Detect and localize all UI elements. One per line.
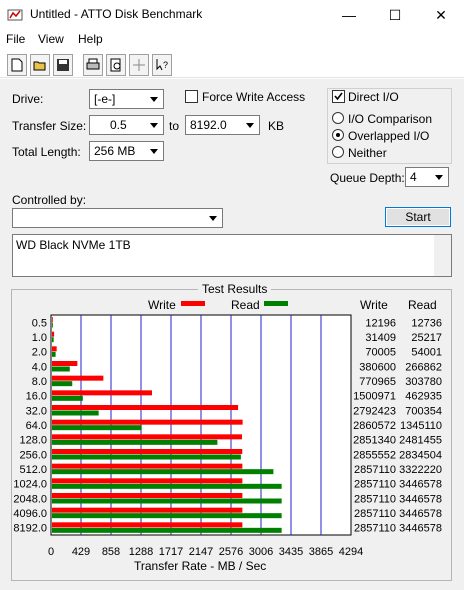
row-label: 64.0 xyxy=(26,420,47,432)
read-value: 700354 xyxy=(405,405,442,417)
read-bar xyxy=(52,527,282,533)
row-label: 16.0 xyxy=(26,391,47,403)
read-bar xyxy=(52,513,282,519)
write-bar xyxy=(52,346,57,352)
row-label: 8.0 xyxy=(32,376,47,388)
x-tick-label: 429 xyxy=(72,546,90,558)
read-value: 2481455 xyxy=(399,435,442,447)
write-value: 2855552 xyxy=(353,449,396,461)
read-value: 462935 xyxy=(405,391,442,403)
write-bar xyxy=(52,375,104,381)
x-tick-label: 3006 xyxy=(249,546,273,558)
write-bar xyxy=(52,405,239,410)
x-tick-label: 2576 xyxy=(219,546,243,558)
read-bar xyxy=(52,439,218,445)
write-value: 380600 xyxy=(359,361,396,373)
read-value: 266862 xyxy=(405,361,442,373)
write-bar xyxy=(52,434,242,440)
write-value: 2857110 xyxy=(354,493,396,505)
x-tick-label: 4294 xyxy=(339,546,363,558)
write-value: 70005 xyxy=(365,347,396,359)
read-bar xyxy=(52,425,142,431)
row-label: 0.5 xyxy=(32,317,47,329)
write-bar xyxy=(52,317,53,322)
read-value: 303780 xyxy=(405,376,442,388)
read-value: 1345110 xyxy=(400,420,442,432)
write-bar xyxy=(52,331,55,337)
read-value: 3446578 xyxy=(399,523,442,535)
read-value: 3322220 xyxy=(399,464,442,476)
write-bar xyxy=(52,419,243,425)
read-bar xyxy=(52,366,70,372)
read-bar xyxy=(52,322,53,328)
read-value: 2834504 xyxy=(399,449,442,461)
write-value: 770965 xyxy=(359,376,396,388)
row-label: 4096.0 xyxy=(13,508,47,520)
write-bar xyxy=(52,390,152,396)
write-bar xyxy=(52,507,243,513)
read-bar xyxy=(52,498,282,504)
write-bar xyxy=(52,522,243,528)
write-value: 2851340 xyxy=(353,435,396,447)
read-value: 3446578 xyxy=(399,493,442,505)
write-value: 2792423 xyxy=(353,405,396,417)
write-bar xyxy=(52,478,243,484)
write-bar xyxy=(52,463,243,469)
read-bar xyxy=(52,469,274,475)
read-value: 25217 xyxy=(411,332,442,344)
read-bar xyxy=(52,454,241,460)
x-axis-label: Transfer Rate - MB / Sec xyxy=(134,559,267,573)
read-value: 12736 xyxy=(411,317,442,329)
read-bar xyxy=(52,395,83,401)
write-value: 31409 xyxy=(365,332,396,344)
row-label: 512.0 xyxy=(19,464,47,476)
x-tick-label: 858 xyxy=(102,546,120,558)
x-tick-label: 3435 xyxy=(279,546,303,558)
write-value: 2857110 xyxy=(354,508,396,520)
x-tick-label: 2147 xyxy=(189,546,213,558)
x-tick-label: 1717 xyxy=(159,546,183,558)
read-value: 54001 xyxy=(411,347,442,359)
row-label: 2.0 xyxy=(32,347,47,359)
read-value: 3446578 xyxy=(399,479,442,491)
write-value: 2857110 xyxy=(354,479,396,491)
read-bar xyxy=(52,337,54,343)
read-value: 3446578 xyxy=(399,508,442,520)
read-bar xyxy=(52,410,99,416)
write-value: 12196 xyxy=(365,317,396,329)
row-label: 32.0 xyxy=(26,405,47,417)
read-bar xyxy=(52,351,56,357)
x-tick-label: 3865 xyxy=(309,546,333,558)
transfer-rate-chart: 0 429 858 1288 1717 2147 2576 3006 3435 3865 4294 0… xyxy=(13,314,442,558)
write-bar xyxy=(52,449,243,454)
row-label: 256.0 xyxy=(19,449,47,461)
write-bar xyxy=(52,361,78,366)
write-value: 2857110 xyxy=(354,464,396,476)
write-value: 2857110 xyxy=(354,523,396,535)
write-value: 1500971 xyxy=(353,391,396,403)
x-tick-label: 0 xyxy=(48,546,54,558)
row-label: 128.0 xyxy=(19,435,47,447)
row-label: 2048.0 xyxy=(13,493,47,505)
read-bar xyxy=(52,483,282,489)
x-tick-label: 1288 xyxy=(129,546,153,558)
row-label: 1024.0 xyxy=(13,479,47,491)
write-value: 2860572 xyxy=(353,420,396,432)
row-label: 4.0 xyxy=(32,361,47,373)
row-label: 8192.0 xyxy=(13,523,47,535)
row-label: 1.0 xyxy=(32,332,47,344)
write-bar xyxy=(52,493,243,498)
read-bar xyxy=(52,381,73,387)
